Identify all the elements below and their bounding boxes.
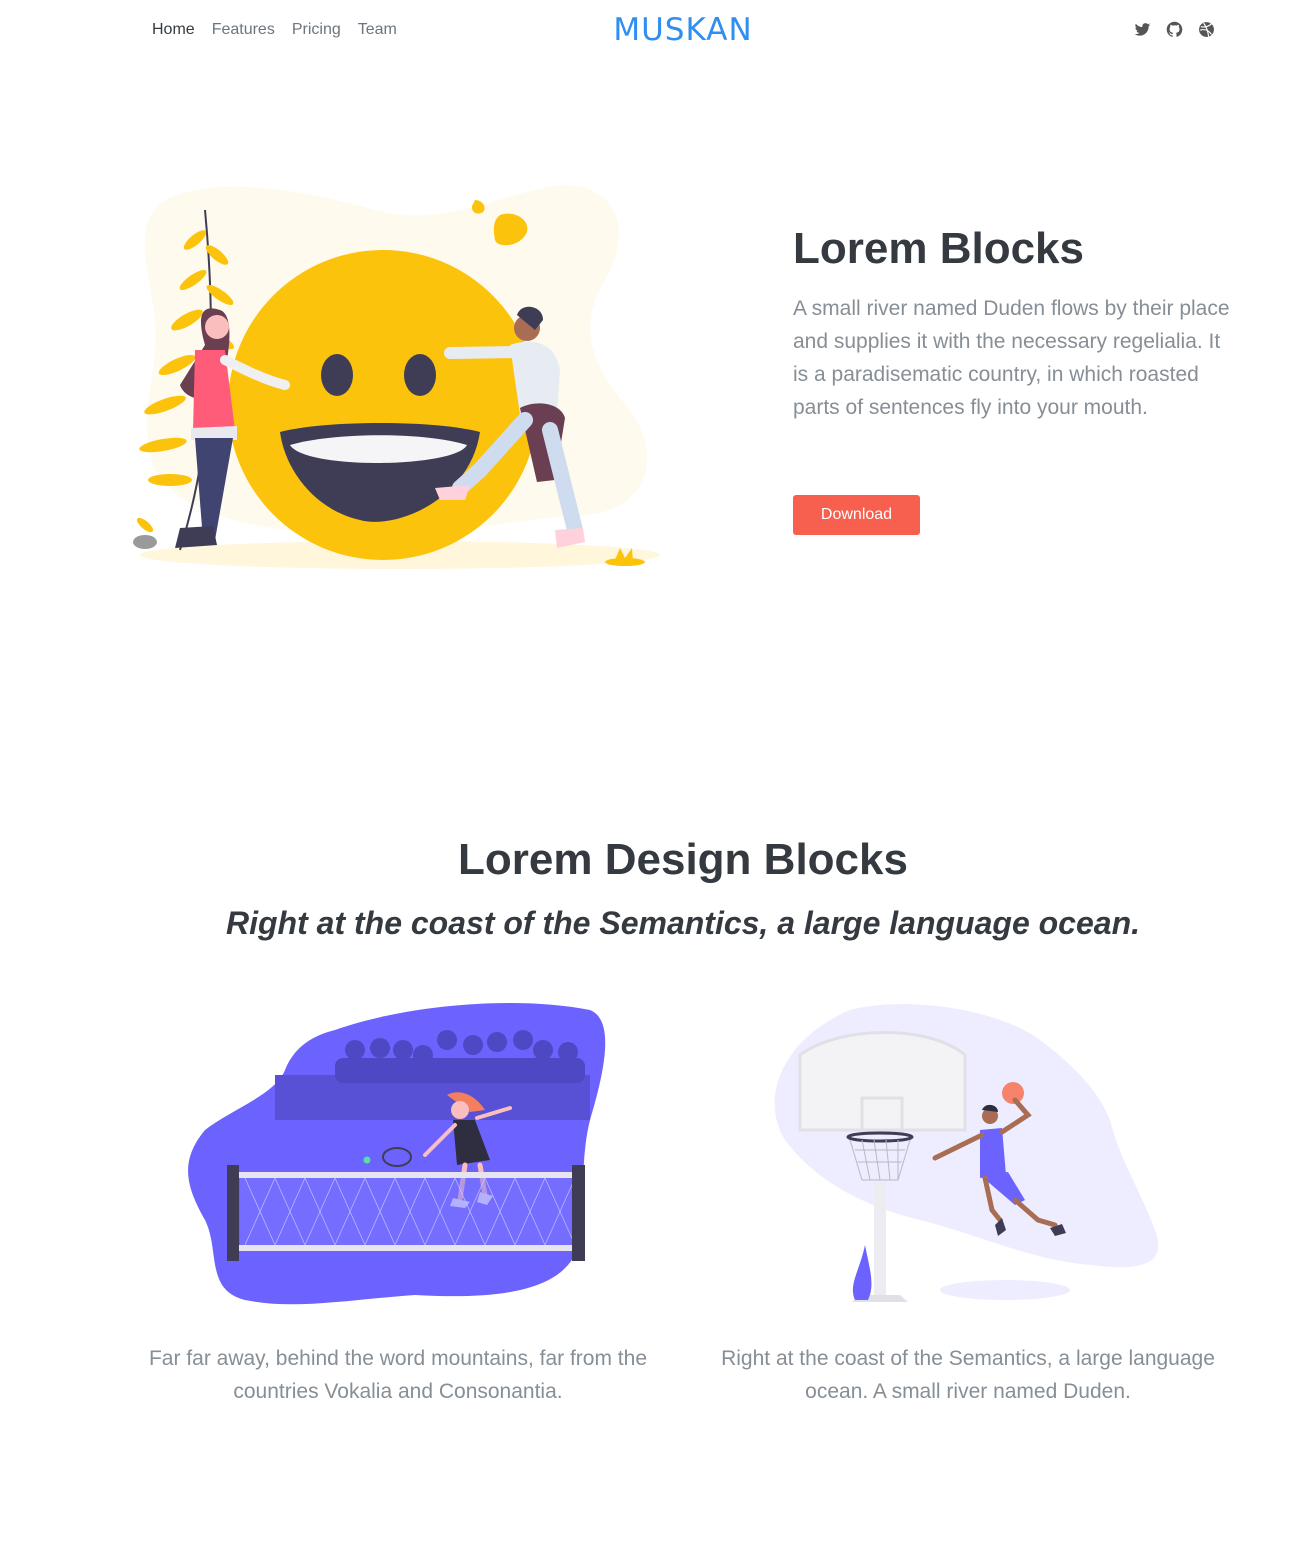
- hero-content: Lorem Blocks A small river named Duden f…: [793, 225, 1233, 424]
- section-subtitle: Right at the coast of the Semantics, a l…: [226, 905, 1140, 941]
- hero-title: Lorem Blocks: [793, 224, 1084, 273]
- feature-card-text-2: Right at the coast of the Semantics, a l…: [721, 1347, 1215, 1403]
- hero-illustration: [125, 170, 675, 590]
- download-button[interactable]: Download: [793, 495, 920, 535]
- basketball-illustration: [770, 1000, 1165, 1310]
- tennis-illustration: [185, 1000, 610, 1310]
- github-icon[interactable]: [1166, 21, 1183, 38]
- brand-logo[interactable]: MUSKAN: [0, 12, 1305, 48]
- feature-card-text-1: Far far away, behind the word mountains,…: [148, 1347, 647, 1403]
- dribbble-icon[interactable]: [1198, 21, 1215, 38]
- twitter-icon[interactable]: [1134, 21, 1151, 38]
- hero-description: A small river named Duden flows by their…: [793, 297, 1230, 419]
- social-links: [1134, 21, 1215, 38]
- navbar: Home Features Pricing Team MUSKAN: [0, 0, 1305, 62]
- section-title: Lorem Design Blocks: [458, 835, 908, 884]
